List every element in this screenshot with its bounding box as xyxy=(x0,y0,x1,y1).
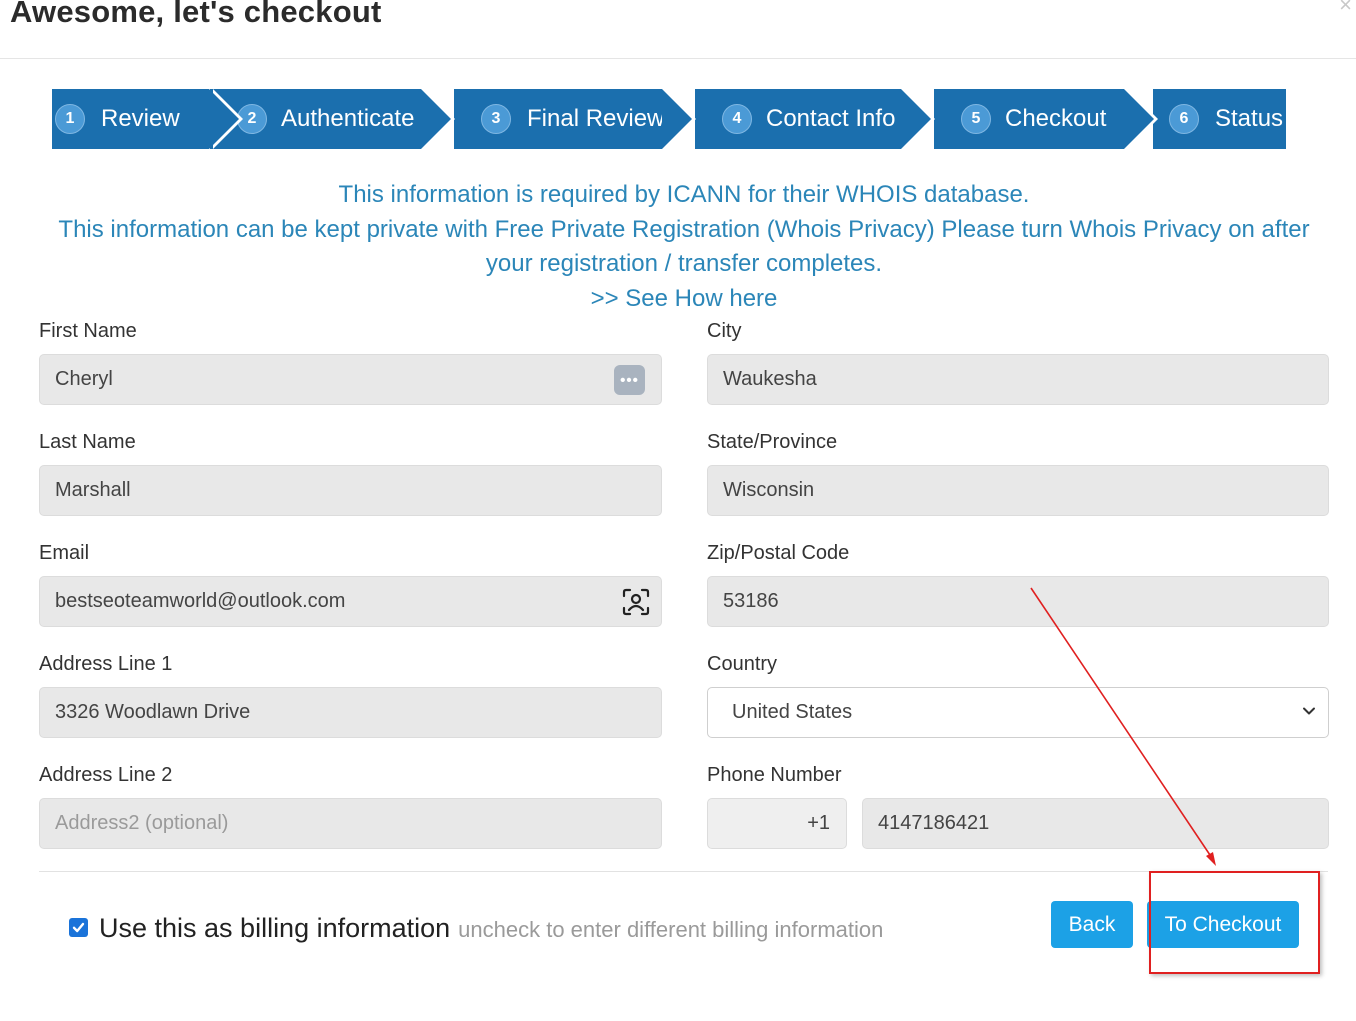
step-number: 1 xyxy=(55,104,85,134)
whois-notice: This information is required by ICANN fo… xyxy=(40,178,1328,316)
annotation-highlight-box xyxy=(1149,871,1320,974)
modal-title: Awesome, let's checkout xyxy=(10,0,382,29)
step-number: 3 xyxy=(481,104,511,134)
close-icon[interactable]: × xyxy=(1339,0,1352,18)
step-label: Review xyxy=(101,105,180,132)
email-label: Email xyxy=(39,542,90,564)
first-name-input[interactable]: Cheryl ••• xyxy=(39,354,662,405)
first-name-label: First Name xyxy=(39,320,137,342)
zip-label: Zip/Postal Code xyxy=(707,542,850,564)
see-how-link[interactable]: >> See How here xyxy=(40,282,1328,317)
country-label: Country xyxy=(707,653,778,675)
last-name-value: Marshall xyxy=(55,479,131,501)
checkout-steps: 1 Review 2 Authenticate 3 Final Review 4… xyxy=(52,89,1286,149)
step-label: Authenticate xyxy=(281,105,415,132)
step-label: Checkout xyxy=(1005,105,1107,132)
step-number: 6 xyxy=(1169,104,1199,134)
step-label: Final Review xyxy=(527,105,665,132)
phone-code-value: +1 xyxy=(807,812,830,834)
first-name-value: Cheryl xyxy=(55,368,113,390)
last-name-input[interactable]: Marshall xyxy=(39,465,662,516)
city-input[interactable]: Waukesha xyxy=(707,354,1329,405)
whois-notice-line: This information can be kept private wit… xyxy=(58,215,1310,278)
address2-placeholder: Address2 (optional) xyxy=(55,812,229,834)
country-select[interactable]: United States xyxy=(707,687,1329,738)
zip-value: 53186 xyxy=(723,590,779,612)
address1-label: Address Line 1 xyxy=(39,653,173,675)
step-review: 1 Review xyxy=(52,89,243,149)
billing-label[interactable]: Use this as billing information xyxy=(99,913,450,944)
phone-number-value: 4147186421 xyxy=(878,812,990,834)
city-value: Waukesha xyxy=(723,368,817,390)
whois-notice-line: This information is required by ICANN fo… xyxy=(338,181,1030,208)
step-label: Contact Info xyxy=(766,105,896,132)
step-label: Status xyxy=(1215,105,1284,132)
address1-value: 3326 Woodlawn Drive xyxy=(55,701,251,723)
city-label: City xyxy=(707,320,742,342)
step-number: 4 xyxy=(722,104,752,134)
billing-option: Use this as billing information uncheck … xyxy=(69,913,883,944)
state-value: Wisconsin xyxy=(723,479,815,501)
chevron-down-icon xyxy=(1303,707,1315,715)
billing-hint: uncheck to enter different billing infor… xyxy=(458,917,884,942)
phone-label: Phone Number xyxy=(707,764,842,786)
email-value: bestseoteamworld@outlook.com xyxy=(55,590,346,612)
phone-number-input[interactable]: 4147186421 xyxy=(862,798,1329,849)
address2-input[interactable]: Address2 (optional) xyxy=(39,798,662,849)
checkmark-icon xyxy=(72,922,85,933)
address2-label: Address Line 2 xyxy=(39,764,173,786)
step-status: 6 Status xyxy=(1153,89,1286,149)
step-checkout: 5 Checkout xyxy=(934,89,1158,149)
address1-input[interactable]: 3326 Woodlawn Drive xyxy=(39,687,662,738)
form-divider xyxy=(39,871,1328,872)
modal-header: Awesome, let's checkout × xyxy=(0,0,1356,59)
back-button[interactable]: Back xyxy=(1051,901,1133,948)
state-input[interactable]: Wisconsin xyxy=(707,465,1329,516)
step-contact-info: 4 Contact Info xyxy=(695,89,935,149)
state-label: State/Province xyxy=(707,431,838,453)
phone-country-code[interactable]: +1 xyxy=(707,798,847,849)
step-final-review: 3 Final Review xyxy=(454,89,696,149)
zip-input[interactable]: 53186 xyxy=(707,576,1329,627)
email-input[interactable]: bestseoteamworld@outlook.com xyxy=(39,576,662,627)
last-name-label: Last Name xyxy=(39,431,136,453)
password-manager-icon[interactable]: ••• xyxy=(614,365,645,395)
step-number: 5 xyxy=(961,104,991,134)
billing-checkbox[interactable] xyxy=(69,918,88,937)
contact-autofill-icon[interactable] xyxy=(621,587,651,617)
country-value: United States xyxy=(732,701,853,723)
